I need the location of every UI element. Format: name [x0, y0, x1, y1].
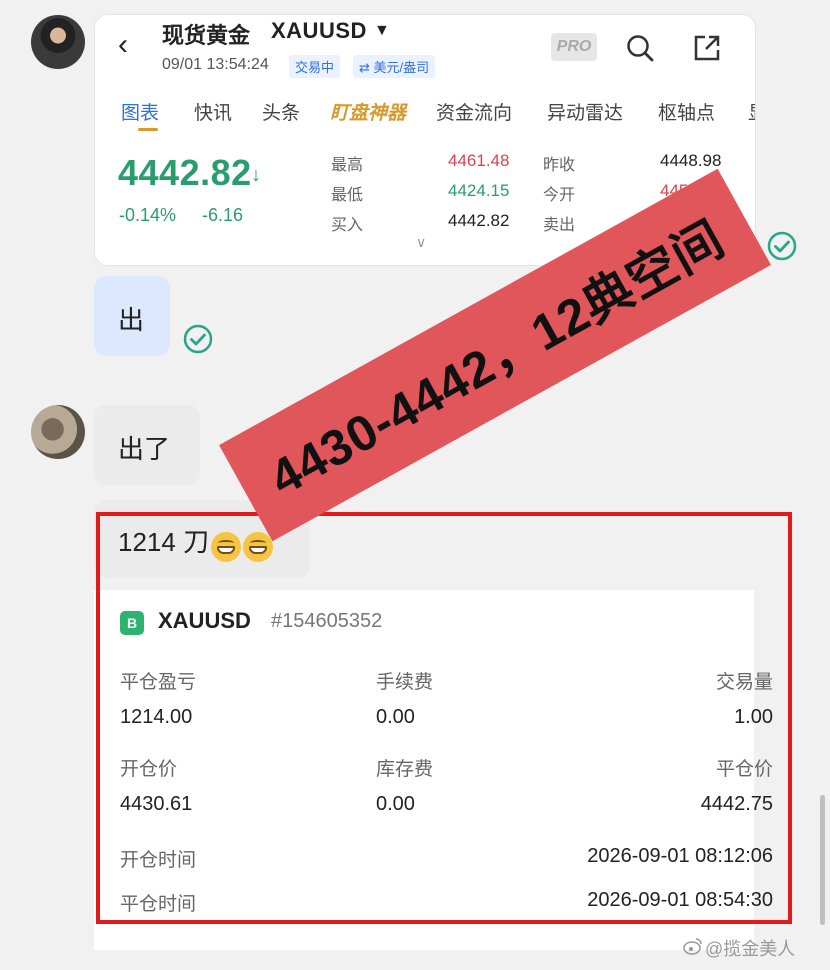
currency-unit-badge: ⇄ 美元/盎司 — [353, 55, 436, 78]
change-percent: -0.14% — [119, 205, 177, 225]
instrument-title: 现货黄金 — [162, 23, 251, 48]
reply-message-text: 出了 — [118, 434, 171, 464]
tab-flash-news[interactable]: 快讯 — [194, 98, 232, 125]
price-down-arrow-icon: ↓ — [251, 164, 261, 186]
prev-close-label: 昨收 — [543, 157, 576, 174]
read-check-icon — [183, 324, 213, 354]
bid-value: 4442.82 — [448, 211, 510, 230]
tab-fund-flow[interactable]: 资金流向 — [436, 98, 512, 125]
prev-close-value: 4448.98 — [660, 151, 722, 170]
tab-headlines[interactable]: 头条 — [262, 98, 300, 125]
low-value: 4424.15 — [448, 181, 510, 200]
tab-market-watch-tool[interactable]: 盯盘神器 — [330, 98, 406, 125]
weibo-icon — [683, 938, 702, 955]
tab-anomaly-radar[interactable]: 异动雷达 — [547, 98, 623, 125]
bid-label: 买入 — [331, 217, 364, 234]
back-arrow-icon[interactable]: ‹ — [118, 30, 128, 60]
pro-button[interactable]: PRO — [551, 33, 597, 61]
scrollbar[interactable] — [820, 795, 825, 925]
chevron-down-icon[interactable]: ∨ — [416, 234, 426, 251]
search-icon[interactable] — [625, 33, 655, 63]
change-absolute: -6.16 — [202, 205, 244, 225]
high-label: 最高 — [331, 157, 364, 174]
reply-message-bubble[interactable]: 出了 — [94, 405, 200, 485]
read-check-icon — [767, 231, 797, 261]
tab-pivot-points[interactable]: 枢轴点 — [658, 98, 715, 125]
high-value: 4461.48 — [448, 151, 510, 170]
my-message-bubble[interactable]: 出 — [94, 276, 170, 356]
quote-datetime: 09/01 13:54:24 — [162, 56, 269, 73]
tab-overflow-partial[interactable]: 显 — [748, 98, 755, 125]
open-label: 今开 — [543, 187, 576, 204]
instrument-symbol[interactable]: XAUUSD — [271, 18, 367, 44]
sender-avatar[interactable] — [31, 15, 85, 69]
tab-chart[interactable]: 图表 — [121, 98, 159, 125]
watermark-text: @揽金美人 — [705, 939, 796, 959]
ask-label: 卖出 — [543, 217, 576, 234]
last-price: 4442.82 — [118, 152, 252, 193]
my-message-text: 出 — [118, 305, 145, 335]
active-tab-indicator — [138, 128, 158, 131]
share-external-icon[interactable] — [692, 33, 722, 63]
low-label: 最低 — [331, 187, 364, 204]
highlight-frame — [96, 512, 792, 924]
trading-status-badge: 交易中 — [289, 55, 341, 78]
caret-down-icon[interactable]: ▼ — [374, 22, 390, 40]
receiver-avatar[interactable] — [31, 405, 85, 459]
